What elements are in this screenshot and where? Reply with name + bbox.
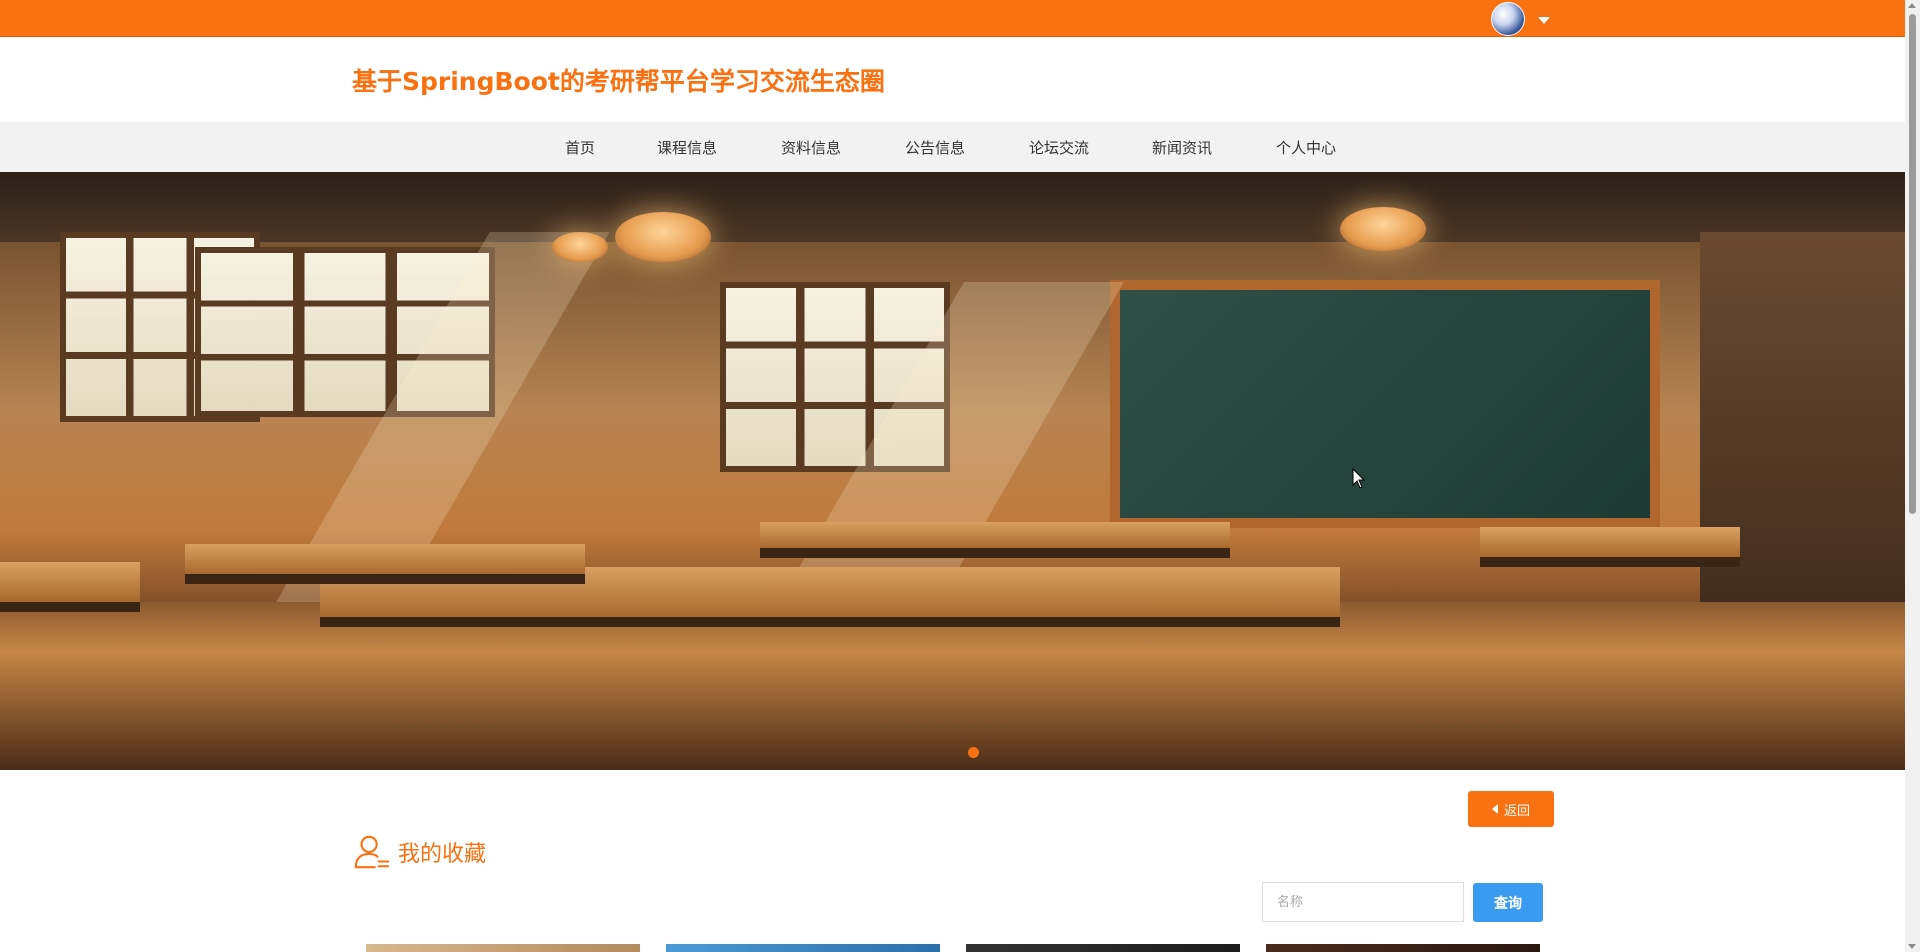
avatar-icon[interactable]: [1491, 2, 1525, 36]
banner-lamp: [552, 232, 608, 262]
banner-lamp: [1340, 207, 1426, 251]
banner-chalkboard: [1110, 280, 1660, 528]
caret-down-icon[interactable]: [1534, 10, 1554, 30]
nav-item-materials[interactable]: 资料信息: [781, 137, 841, 158]
banner-shelf: [1700, 232, 1905, 652]
caret-left-icon: [1491, 804, 1498, 814]
back-button[interactable]: 返回: [1468, 791, 1554, 827]
user-icon: [354, 835, 390, 869]
banner-table: [1480, 527, 1740, 567]
site-header: 基于SpringBoot的考研帮平台学习交流生态圈: [0, 37, 1905, 122]
favorite-card[interactable]: [666, 944, 940, 952]
main-nav: 首页 课程信息 资料信息 公告信息 论坛交流 新闻资讯 个人中心: [0, 122, 1905, 172]
scroll-up-icon[interactable]: [1908, 3, 1916, 8]
favorite-card[interactable]: [366, 944, 640, 952]
nav-item-forum[interactable]: 论坛交流: [1029, 137, 1089, 158]
back-button-label: 返回: [1503, 803, 1530, 819]
nav-item-home[interactable]: 首页: [565, 137, 595, 158]
nav-item-personal-center[interactable]: 个人中心: [1276, 137, 1336, 158]
search-button[interactable]: 查询: [1473, 883, 1543, 922]
banner-lamp: [615, 212, 711, 262]
card-thumbnail: [366, 944, 640, 952]
nav-item-news[interactable]: 新闻资讯: [1152, 137, 1212, 158]
top-bar: [0, 0, 1905, 37]
scrollbar-thumb[interactable]: [1909, 14, 1916, 514]
scroll-down-icon[interactable]: [1908, 944, 1916, 949]
banner-floor: [0, 602, 1905, 770]
hero-banner[interactable]: [0, 172, 1905, 770]
site-title[interactable]: 基于SpringBoot的考研帮平台学习交流生态圈: [352, 62, 885, 98]
banner-ceiling: [0, 172, 1905, 242]
section-title: 我的收藏: [398, 842, 487, 867]
banner-table: [0, 562, 140, 612]
favorite-card[interactable]: [1266, 944, 1540, 952]
vertical-scrollbar[interactable]: [1905, 0, 1920, 952]
mouse-cursor-icon: [1352, 468, 1366, 489]
favorite-card[interactable]: [966, 944, 1240, 952]
carousel-indicator-dot[interactable]: [968, 747, 979, 758]
search-name-input[interactable]: [1262, 882, 1464, 922]
card-thumbnail: [1266, 944, 1540, 952]
card-thumbnail: [966, 944, 1240, 952]
section-heading: 我的收藏: [352, 832, 486, 872]
banner-table: [185, 544, 585, 584]
nav-item-courses[interactable]: 课程信息: [657, 137, 717, 158]
nav-item-announcements[interactable]: 公告信息: [905, 137, 965, 158]
card-thumbnail: [666, 944, 940, 952]
banner-table: [760, 522, 1230, 558]
